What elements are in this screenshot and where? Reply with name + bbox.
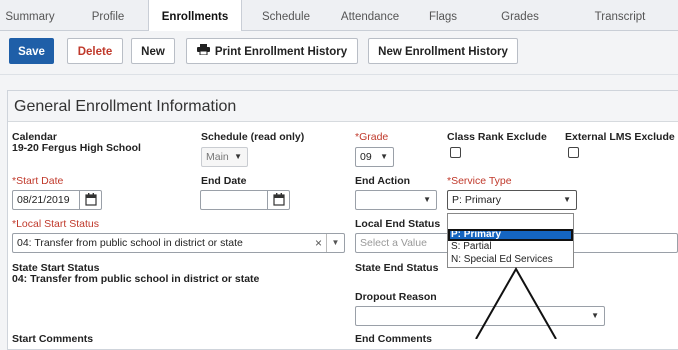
chevron-down-icon: ▼ — [591, 311, 599, 320]
new-button[interactable]: New — [131, 38, 175, 64]
panel-header: General Enrollment Information — [8, 91, 678, 122]
local-end-status-label: Local End Status — [355, 218, 441, 230]
delete-button[interactable]: Delete — [67, 38, 123, 64]
grade-label: *Grade — [355, 131, 389, 143]
end-comments-label: End Comments — [355, 333, 433, 345]
class-rank-exclude-checkbox[interactable] — [450, 147, 461, 158]
start-comments-label: Start Comments — [12, 333, 94, 345]
service-type-value: P: Primary — [452, 194, 502, 206]
class-rank-exclude-label: Class Rank Exclude — [447, 131, 547, 143]
local-start-status-select[interactable]: 04: Transfer from public school in distr… — [12, 233, 345, 253]
tab-grades[interactable]: Grades — [490, 0, 550, 30]
calendar-icon[interactable] — [267, 191, 289, 209]
chevron-down-icon: ▼ — [423, 195, 431, 204]
option-partial[interactable]: S: Partial — [448, 241, 573, 253]
state-end-status-label: State End Status — [355, 262, 439, 274]
end-date-input[interactable] — [200, 190, 290, 210]
chevron-down-icon: ▼ — [563, 195, 571, 204]
tab-transcript[interactable]: Transcript — [580, 0, 660, 30]
print-enrollment-history-button[interactable]: Print Enrollment History — [186, 38, 358, 64]
tab-summary[interactable]: Summary — [0, 0, 60, 30]
grade-value: 09 — [360, 151, 372, 163]
calendar-value: 19-20 Fergus High School — [12, 142, 141, 154]
local-start-status-label: *Local Start Status — [12, 218, 99, 230]
start-date-value: 08/21/2019 — [17, 194, 70, 206]
callout-arrow — [475, 266, 557, 339]
tab-schedule[interactable]: Schedule — [255, 0, 317, 30]
external-lms-exclude-label: External LMS Exclude — [565, 131, 675, 143]
toolbar-divider — [0, 74, 678, 75]
dropout-reason-label: Dropout Reason — [355, 291, 437, 303]
tab-enrollments[interactable]: Enrollments — [148, 0, 242, 31]
panel-title: General Enrollment Information — [14, 98, 237, 115]
option-primary[interactable]: P: Primary — [448, 229, 573, 241]
tab-attendance[interactable]: Attendance — [335, 0, 405, 30]
service-type-dropdown-list: P: Primary S: Partial N: Special Ed Serv… — [447, 213, 574, 268]
grade-select[interactable]: 09 ▼ — [355, 147, 394, 167]
service-type-select[interactable]: P: Primary ▼ — [447, 190, 577, 210]
tab-flags[interactable]: Flags — [418, 0, 468, 30]
schedule-value: Main — [206, 151, 229, 163]
chevron-down-icon: ▼ — [326, 234, 344, 252]
calendar-icon[interactable] — [79, 191, 101, 209]
start-date-input[interactable]: 08/21/2019 — [12, 190, 102, 210]
print-button-label: Print Enrollment History — [214, 46, 348, 59]
external-lms-exclude-checkbox[interactable] — [568, 147, 579, 158]
tab-bar: Summary Profile Enrollments Schedule Att… — [0, 0, 678, 31]
schedule-label: Schedule (read only) — [201, 131, 305, 143]
printer-icon — [196, 39, 210, 65]
tab-profile[interactable]: Profile — [78, 0, 138, 30]
start-date-label: *Start Date — [12, 175, 64, 187]
new-enrollment-history-button[interactable]: New Enrollment History — [368, 38, 518, 64]
end-date-label: End Date — [201, 175, 247, 187]
schedule-select: Main ▼ — [201, 147, 248, 167]
dropdown-search-row[interactable] — [448, 215, 573, 227]
state-start-status-value: 04: Transfer from public school in distr… — [12, 273, 260, 285]
end-action-label: End Action — [355, 175, 411, 187]
chevron-down-icon: ▼ — [234, 152, 242, 161]
local-start-status-value: 04: Transfer from public school in distr… — [17, 237, 243, 249]
save-button[interactable]: Save — [9, 38, 54, 64]
end-action-select[interactable]: ▼ — [355, 190, 437, 210]
clear-icon[interactable]: × — [315, 234, 322, 252]
chevron-down-icon: ▼ — [380, 152, 388, 161]
service-type-label: *Service Type — [447, 175, 512, 187]
local-end-status-placeholder: Select a Value — [360, 237, 427, 249]
